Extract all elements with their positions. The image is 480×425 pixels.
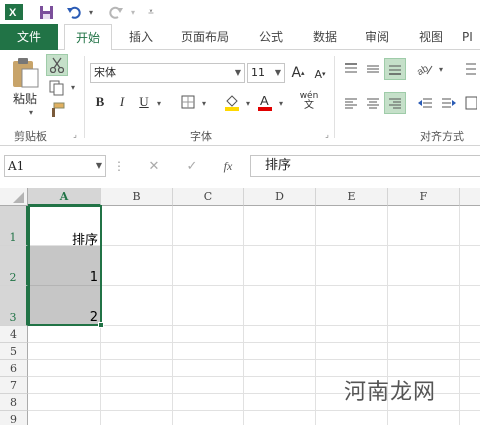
excel-window: X ▾ ▾ ⩡ 文件 开始 插入 页面布局 公式 数据 审阅 视图 PI 粘贴 …	[0, 0, 480, 425]
select-all-button[interactable]	[0, 188, 28, 206]
cell-a2[interactable]: 1	[30, 270, 98, 285]
underline-dropdown-icon[interactable]: ▾	[154, 96, 164, 110]
customize-qab-icon[interactable]: ⩡	[146, 3, 156, 21]
align-bottom-icon[interactable]	[384, 58, 406, 80]
column-header-b[interactable]: B	[101, 188, 173, 206]
excel-logo-icon: X	[4, 3, 24, 21]
format-painter-icon[interactable]	[46, 100, 68, 120]
borders-dropdown-icon[interactable]: ▾	[199, 96, 209, 110]
phonetic-icon[interactable]: wén 文	[296, 90, 322, 112]
cell-a3[interactable]: 2	[30, 310, 98, 325]
formula-bar-grip-icon: ⋮	[113, 159, 125, 173]
paste-dropdown-icon[interactable]: ▾	[26, 106, 36, 118]
quick-access-toolbar: X ▾ ▾ ⩡	[0, 0, 480, 24]
font-color-icon[interactable]: A	[256, 92, 274, 112]
increase-font-icon[interactable]: A ▴	[290, 62, 306, 84]
redo-dropdown-icon: ▾	[130, 7, 135, 17]
insert-function-icon[interactable]: fx	[216, 156, 240, 176]
svg-text:X: X	[9, 7, 17, 19]
formula-input[interactable]: 排序	[250, 155, 480, 177]
italic-button[interactable]: I	[114, 93, 130, 111]
align-right-icon[interactable]	[384, 92, 406, 114]
undo-dropdown-icon[interactable]: ▾	[86, 3, 96, 21]
decrease-indent-icon[interactable]	[414, 92, 436, 114]
row-header-5[interactable]: 5	[0, 343, 28, 360]
orientation-icon[interactable]: ab	[414, 58, 436, 80]
fill-color-dropdown-icon[interactable]: ▾	[243, 96, 253, 110]
clipboard-launcher-icon[interactable]: ⌟	[70, 128, 80, 140]
name-box[interactable]: A1 ▼	[4, 155, 106, 177]
underline-button[interactable]: U	[136, 93, 152, 111]
worksheet-grid: A B C D E F 1 2 3 4 5 6 7 8 9 排序 1 2 河南龙…	[0, 186, 480, 425]
tab-power-pivot[interactable]: PI	[462, 24, 480, 50]
ribbon: 粘贴 ▾ ▾ 剪贴板 ⌟ 宋体 ▼ 11 ▼ A ▴ A ▾ B I U ▾ ▾ ▾	[0, 50, 480, 146]
tab-formulas[interactable]: 公式	[248, 24, 294, 50]
row-header-9[interactable]: 9	[0, 411, 28, 425]
svg-text:ab: ab	[417, 63, 431, 76]
align-left-icon[interactable]	[340, 92, 362, 114]
selection-border	[28, 205, 102, 326]
fill-color-icon[interactable]	[222, 92, 242, 112]
align-top-icon[interactable]	[340, 58, 362, 80]
font-name-combo[interactable]: 宋体 ▼	[90, 63, 245, 83]
row-header-6[interactable]: 6	[0, 360, 28, 377]
orientation-dropdown-icon[interactable]: ▾	[436, 62, 446, 76]
undo-icon[interactable]	[64, 3, 84, 21]
cell-a1[interactable]: 排序	[30, 229, 98, 248]
column-header-f[interactable]: F	[388, 188, 460, 206]
tab-view[interactable]: 视图	[408, 24, 454, 50]
row-header-7[interactable]: 7	[0, 377, 28, 394]
paste-icon[interactable]	[8, 56, 42, 90]
svg-text:A: A	[260, 93, 269, 108]
font-size-combo[interactable]: 11 ▼	[247, 63, 285, 83]
watermark-text: 河南龙网	[344, 380, 437, 405]
align-middle-icon[interactable]	[362, 58, 384, 80]
decrease-font-icon[interactable]: A ▾	[312, 64, 328, 84]
cut-icon[interactable]	[46, 54, 68, 76]
paste-button[interactable]: 粘贴	[8, 90, 42, 106]
row-header-2[interactable]: 2	[0, 246, 28, 286]
wrap-text-icon[interactable]	[462, 58, 480, 80]
column-header-c[interactable]: C	[173, 188, 244, 206]
alignment-group-label: 对齐方式	[420, 130, 464, 143]
tab-insert[interactable]: 插入	[118, 24, 164, 50]
fill-handle[interactable]	[98, 322, 104, 328]
tab-review[interactable]: 审阅	[354, 24, 400, 50]
borders-icon[interactable]	[178, 93, 198, 111]
row-header-4[interactable]: 4	[0, 326, 28, 343]
bold-button[interactable]: B	[92, 93, 108, 111]
formula-bar: A1 ▼ ⋮ ✕ ✓ fx 排序	[0, 146, 480, 186]
enter-icon: ✓	[186, 158, 198, 174]
clipboard-group-label: 剪贴板	[14, 130, 47, 143]
cancel-icon: ✕	[148, 158, 160, 174]
save-icon[interactable]	[36, 3, 56, 21]
tab-home[interactable]: 开始	[64, 24, 112, 51]
font-group-label: 字体	[190, 130, 212, 143]
row-header-1[interactable]: 1	[0, 206, 28, 246]
font-color-dropdown-icon[interactable]: ▾	[276, 96, 286, 110]
copy-icon[interactable]	[46, 78, 68, 98]
font-launcher-icon[interactable]: ⌟	[322, 128, 332, 140]
increase-indent-icon[interactable]	[438, 92, 460, 114]
tab-page-layout[interactable]: 页面布局	[172, 24, 238, 50]
column-header-a[interactable]: A	[28, 188, 101, 206]
copy-dropdown-icon[interactable]: ▾	[68, 80, 78, 94]
redo-icon	[106, 3, 126, 21]
column-header-d[interactable]: D	[244, 188, 316, 206]
tab-file[interactable]: 文件	[0, 24, 58, 50]
row-header-8[interactable]: 8	[0, 394, 28, 411]
ribbon-tabs: 文件 开始 插入 页面布局 公式 数据 审阅 视图 PI	[0, 24, 480, 51]
align-center-icon[interactable]	[362, 92, 384, 114]
column-header-e[interactable]: E	[316, 188, 388, 206]
tab-data[interactable]: 数据	[302, 24, 348, 50]
column-header-g[interactable]	[460, 188, 480, 206]
merge-center-icon[interactable]	[462, 92, 480, 114]
row-header-3[interactable]: 3	[0, 286, 28, 326]
